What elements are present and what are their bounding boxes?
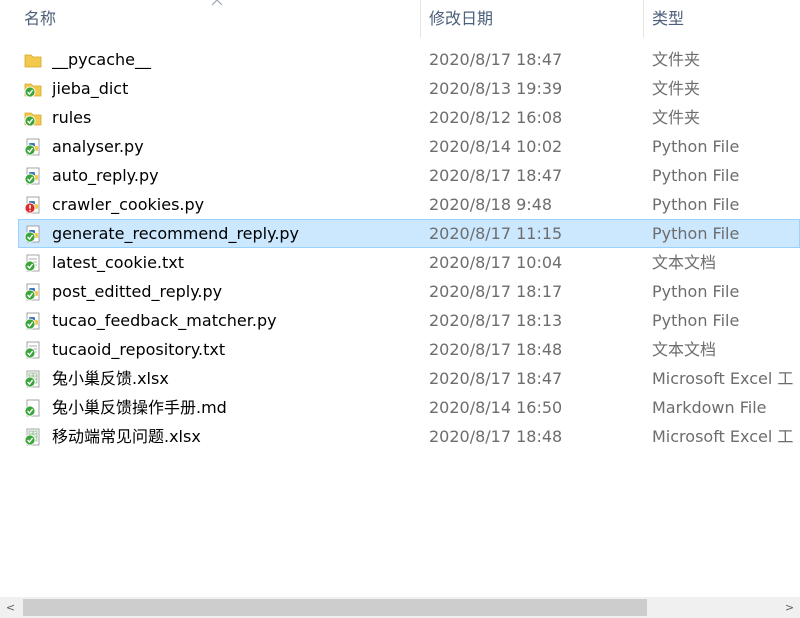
- file-name: tucaoid_repository.txt: [52, 340, 226, 359]
- column-header-bar: 名称 修改日期 类型: [0, 0, 800, 38]
- scroll-left-button[interactable]: <: [2, 597, 19, 618]
- folder-icon: [24, 83, 42, 98]
- text-file-icon: [24, 341, 40, 359]
- folder-icon: [24, 54, 42, 68]
- file-date-modified: 2020/8/14 10:02: [429, 137, 563, 156]
- file-name: generate_recommend_reply.py: [52, 224, 300, 243]
- file-date-modified: 2020/8/17 18:47: [429, 166, 563, 185]
- scroll-right-button[interactable]: >: [781, 597, 798, 618]
- file-type: Python File: [652, 166, 740, 185]
- file-row[interactable]: latest_cookie.txt 2020/8/17 10:04 文本文档: [18, 248, 800, 277]
- text-file-icon: [24, 254, 40, 272]
- file-date-modified: 2020/8/18 9:48: [429, 195, 553, 214]
- file-type: Python File: [652, 195, 740, 214]
- file-name: auto_reply.py: [52, 166, 159, 185]
- file-row[interactable]: __pycache__ 2020/8/17 18:47 文件夹: [18, 45, 800, 74]
- column-header-name[interactable]: 名称: [16, 0, 420, 38]
- file-date-modified: 2020/8/17 18:47: [429, 50, 563, 69]
- column-header-date-modified[interactable]: 修改日期: [421, 0, 643, 38]
- file-type: 文本文档: [652, 253, 717, 272]
- file-type: 文本文档: [652, 340, 717, 359]
- file-date-modified: 2020/8/17 10:04: [429, 253, 563, 272]
- file-row[interactable]: tucaoid_repository.txt 2020/8/17 18:48 文本文…: [18, 335, 800, 364]
- file-name: latest_cookie.txt: [52, 253, 185, 272]
- file-name: jieba_dict: [52, 79, 129, 98]
- file-type: Python File: [652, 224, 740, 243]
- file-row[interactable]: tucao_feedback_matcher.py 2020/8/17 18:13…: [18, 306, 800, 335]
- file-name: 移动端常见问题.xlsx: [52, 427, 201, 446]
- excel-file-icon: [24, 428, 40, 446]
- markdown-file-icon: [24, 399, 40, 417]
- file-name: post_editted_reply.py: [52, 282, 223, 301]
- file-date-modified: 2020/8/17 18:48: [429, 340, 563, 359]
- folder-icon: [24, 112, 42, 127]
- horizontal-scrollbar[interactable]: < >: [0, 597, 800, 618]
- file-name: analyser.py: [52, 137, 144, 156]
- file-row[interactable]: 兔小巢反馈.xlsx 2020/8/17 18:47 Microsoft Excel…: [18, 364, 800, 393]
- file-row[interactable]: 移动端常见问题.xlsx 2020/8/17 18:48 Microsoft Exc…: [18, 422, 800, 451]
- python-file-icon: [24, 225, 40, 243]
- scrollbar-thumb[interactable]: [23, 599, 647, 616]
- file-type: 文件夹: [652, 108, 701, 127]
- file-name: __pycache__: [52, 50, 152, 69]
- file-row[interactable]: rules 2020/8/12 16:08 文件夹: [18, 103, 800, 132]
- file-row[interactable]: jieba_dict 2020/8/13 19:39 文件夹: [18, 74, 800, 103]
- excel-file-icon: [24, 370, 40, 388]
- file-row[interactable]: crawler_cookies.py 2020/8/18 9:48 Python F…: [18, 190, 800, 219]
- file-date-modified: 2020/8/17 11:15: [429, 224, 563, 243]
- file-date-modified: 2020/8/17 18:47: [429, 369, 563, 388]
- python-file-icon: [24, 312, 40, 330]
- python-file-icon: [24, 167, 40, 185]
- file-date-modified: 2020/8/12 16:08: [429, 108, 563, 127]
- file-name: tucao_feedback_matcher.py: [52, 311, 277, 330]
- file-type: Markdown File: [652, 398, 767, 417]
- file-row[interactable]: analyser.py 2020/8/14 10:02 Python File: [18, 132, 800, 161]
- file-name: crawler_cookies.py: [52, 195, 205, 214]
- file-type: 文件夹: [652, 79, 701, 98]
- file-type: 文件夹: [652, 50, 701, 69]
- file-name: rules: [52, 108, 92, 127]
- file-date-modified: 2020/8/14 16:50: [429, 398, 563, 417]
- file-name: 兔小巢反馈操作手册.md: [52, 398, 227, 417]
- file-date-modified: 2020/8/17 18:13: [429, 311, 563, 330]
- file-name: 兔小巢反馈.xlsx: [52, 369, 169, 388]
- file-row[interactable]: post_editted_reply.py 2020/8/17 18:17 Pyth…: [18, 277, 800, 306]
- column-header-type[interactable]: 类型: [644, 0, 800, 38]
- python-file-icon: [24, 196, 40, 214]
- file-type: Microsoft Excel 工: [652, 427, 794, 446]
- file-date-modified: 2020/8/17 18:17: [429, 282, 563, 301]
- python-file-icon: [24, 283, 40, 301]
- file-date-modified: 2020/8/13 19:39: [429, 79, 563, 98]
- file-type: Python File: [652, 282, 740, 301]
- file-row[interactable]: auto_reply.py 2020/8/17 18:47 Python File: [18, 161, 800, 190]
- file-type: Python File: [652, 137, 740, 156]
- file-type: Python File: [652, 311, 740, 330]
- python-file-icon: [24, 138, 40, 156]
- file-row[interactable]: generate_recommend_reply.py 2020/8/17 11:…: [18, 219, 800, 248]
- file-date-modified: 2020/8/17 18:48: [429, 427, 563, 446]
- file-row[interactable]: 兔小巢反馈操作手册.md 2020/8/14 16:50 Markdown File: [18, 393, 800, 422]
- file-type: Microsoft Excel 工: [652, 369, 794, 388]
